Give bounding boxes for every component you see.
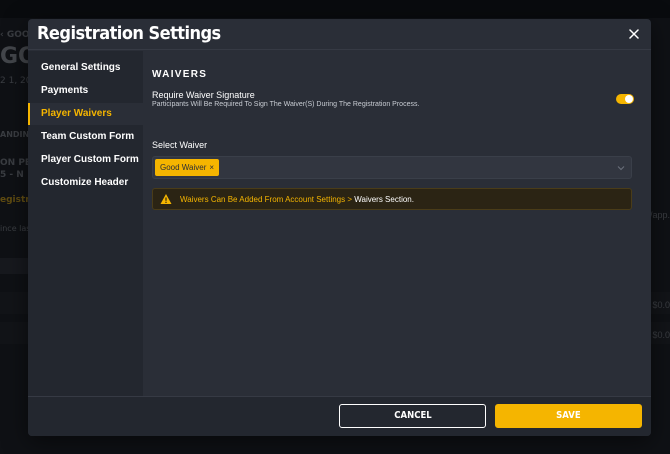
waiver-select[interactable]: Good Waiver ×: [152, 156, 632, 179]
selected-waiver-tag: Good Waiver ×: [155, 159, 220, 176]
alert-text: Waivers Can Be Added From Account Settin…: [180, 195, 414, 204]
cancel-button-label: CANCEL: [393, 410, 432, 421]
section-title: WAIVERS: [152, 69, 208, 80]
registration-settings-modal: Registration Settings General Settings P…: [28, 19, 651, 436]
tag-remove-icon[interactable]: ×: [209, 163, 214, 172]
settings-sidebar: General Settings Payments Player Waivers…: [28, 51, 143, 396]
modal-title: Registration Settings: [37, 23, 221, 44]
require-waiver-description: Participants Will Be Required To Sign Th…: [152, 101, 420, 108]
warning-icon: [160, 194, 172, 204]
require-waiver-label: Require Waiver Signature: [152, 90, 255, 100]
chevron-down-icon[interactable]: [617, 164, 625, 172]
sidebar-item-player-custom-form[interactable]: Player Custom Form: [28, 149, 143, 171]
waiver-info-alert: Waivers Can Be Added From Account Settin…: [152, 188, 632, 210]
alert-rest-text: Waivers Section.: [352, 195, 414, 204]
save-button[interactable]: SAVE: [495, 404, 642, 428]
tag-label: Good Waiver: [160, 163, 207, 172]
sidebar-item-team-custom-form[interactable]: Team Custom Form: [28, 126, 143, 148]
require-waiver-toggle[interactable]: [616, 94, 634, 104]
sidebar-item-player-waivers[interactable]: Player Waivers: [28, 103, 143, 125]
account-settings-link[interactable]: Waivers Can Be Added From Account Settin…: [180, 195, 352, 204]
toggle-knob: [625, 95, 633, 103]
sidebar-item-general-settings[interactable]: General Settings: [28, 57, 143, 79]
modal-footer: CANCEL SAVE: [28, 396, 651, 436]
select-waiver-label: Select Waiver: [152, 140, 208, 150]
save-button-label: SAVE: [556, 410, 581, 421]
waivers-panel: WAIVERS Require Waiver Signature Partici…: [152, 51, 642, 396]
sidebar-item-payments[interactable]: Payments: [28, 80, 143, 102]
modal-header: Registration Settings: [28, 19, 651, 50]
close-icon[interactable]: [627, 27, 641, 41]
cancel-button[interactable]: CANCEL: [339, 404, 486, 428]
sidebar-item-customize-header[interactable]: Customize Header: [28, 172, 143, 194]
